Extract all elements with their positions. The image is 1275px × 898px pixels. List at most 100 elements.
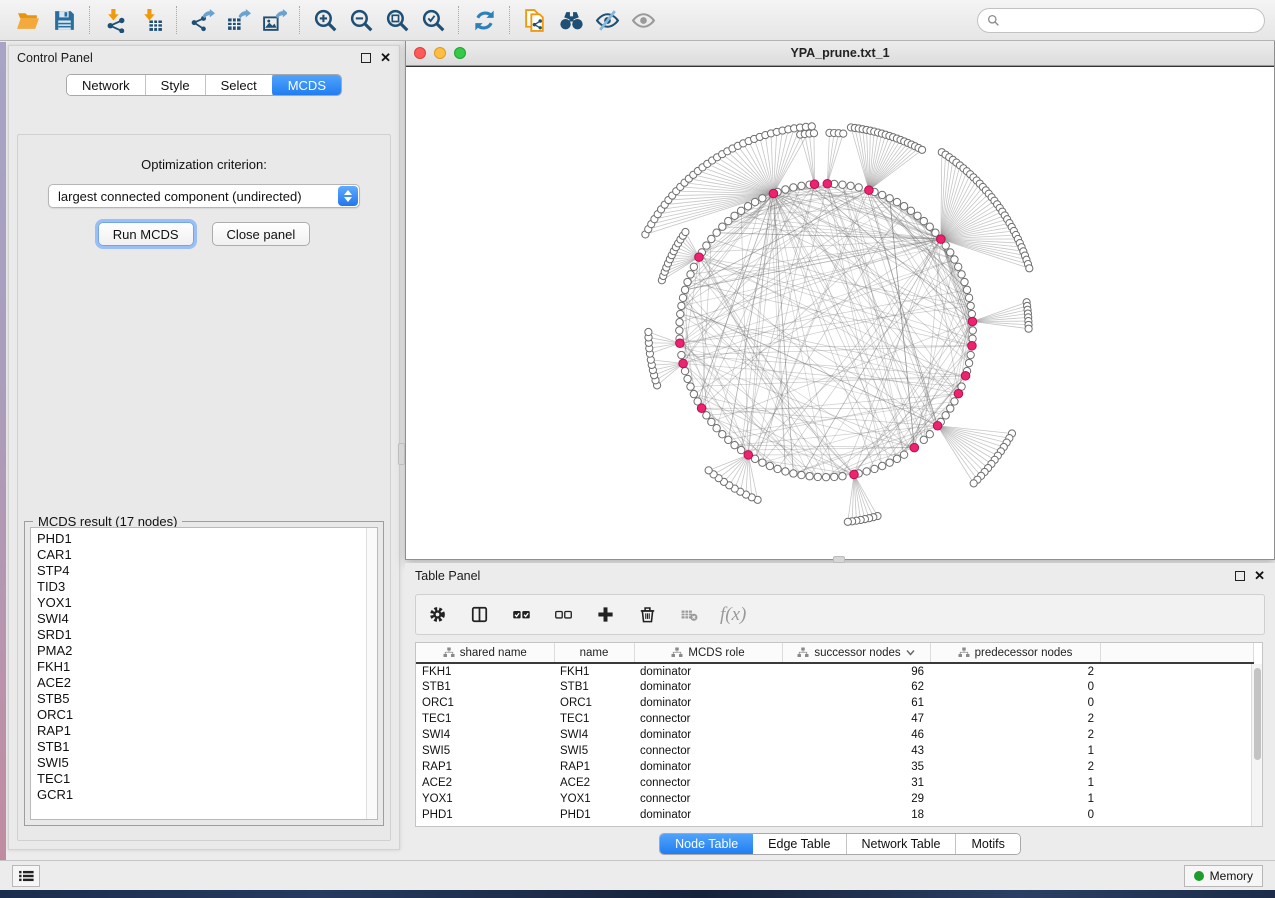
graph-node[interactable] <box>942 412 949 419</box>
graph-node[interactable] <box>708 418 715 425</box>
graph-node[interactable] <box>947 249 954 256</box>
graph-node[interactable] <box>963 286 970 293</box>
table-cell[interactable]: 31 <box>782 775 930 791</box>
graph-node[interactable] <box>863 468 870 475</box>
table-row[interactable]: STB1STB1dominator620 <box>416 679 1253 695</box>
graph-mcds-hub-node[interactable] <box>968 317 977 326</box>
graph-node[interactable] <box>920 217 927 224</box>
network-canvas[interactable] <box>406 66 1274 559</box>
graph-node[interactable] <box>839 181 846 188</box>
zoom-in-button[interactable] <box>307 3 343 37</box>
graph-node[interactable] <box>871 465 878 472</box>
export-network-button[interactable] <box>184 3 220 37</box>
table-cell[interactable]: YOX1 <box>416 791 554 807</box>
zoom-fit-button[interactable] <box>379 3 415 37</box>
export-table-button[interactable] <box>220 3 256 37</box>
graph-mcds-hub-node[interactable] <box>679 359 688 368</box>
create-column-button[interactable] <box>594 604 616 626</box>
graph-node[interactable] <box>900 451 907 458</box>
graph-node[interactable] <box>967 351 974 358</box>
deselect-all-rows-button[interactable] <box>552 604 574 626</box>
graph-mcds-hub-node[interactable] <box>810 180 819 189</box>
graph-node[interactable] <box>969 327 976 334</box>
graph-node[interactable] <box>690 390 697 397</box>
graph-node[interactable] <box>766 462 773 469</box>
graph-node[interactable] <box>687 271 694 278</box>
scrollbar-thumb[interactable] <box>1254 668 1261 760</box>
mcds-result-item[interactable]: PMA2 <box>37 643 377 659</box>
mcds-result-item[interactable]: YOX1 <box>37 595 377 611</box>
graph-node[interactable] <box>790 184 797 191</box>
table-cell[interactable]: PHD1 <box>554 807 634 823</box>
graph-node[interactable] <box>759 459 766 466</box>
graph-mcds-hub-node[interactable] <box>968 342 977 351</box>
mcds-result-list[interactable]: PHD1CAR1STP4TID3YOX1SWI4SRD1PMA2FKH1ACE2… <box>30 527 378 820</box>
mcds-result-item[interactable]: ORC1 <box>37 707 377 723</box>
graph-node[interactable] <box>951 256 958 263</box>
table-cell[interactable]: 2 <box>930 663 1100 679</box>
graph-leaf-node[interactable] <box>682 228 689 235</box>
mcds-result-item[interactable]: SWI4 <box>37 611 377 627</box>
graph-mcds-hub-node[interactable] <box>744 451 753 460</box>
table-cell[interactable]: connector <box>634 711 782 727</box>
graph-node[interactable] <box>855 184 862 191</box>
mcds-result-item[interactable]: CAR1 <box>37 547 377 563</box>
table-cell[interactable]: 62 <box>782 679 930 695</box>
graph-node[interactable] <box>782 468 789 475</box>
mcds-result-item[interactable]: SWI5 <box>37 755 377 771</box>
tab-network[interactable]: Network <box>67 75 146 95</box>
graph-node[interactable] <box>676 319 683 326</box>
graph-node[interactable] <box>681 367 688 374</box>
table-cell[interactable]: dominator <box>634 759 782 775</box>
memory-button[interactable]: Memory <box>1184 865 1263 887</box>
tab-edge-table[interactable]: Edge Table <box>753 834 846 854</box>
tab-node-table[interactable]: Node Table <box>659 833 754 855</box>
table-cell[interactable]: ORC1 <box>416 695 554 711</box>
table-cell[interactable]: 1 <box>930 791 1100 807</box>
optimization-criterion-select[interactable]: largest connected component (undirected) <box>48 184 360 208</box>
graph-node[interactable] <box>886 195 893 202</box>
search-input[interactable] <box>1006 13 1255 27</box>
table-cell[interactable]: 0 <box>930 679 1100 695</box>
graph-leaf-node[interactable] <box>844 518 851 525</box>
tab-mcds[interactable]: MCDS <box>272 74 342 96</box>
graph-leaf-node[interactable] <box>840 130 847 137</box>
delete-column-button[interactable] <box>636 604 658 626</box>
table-cell[interactable]: STB1 <box>554 679 634 695</box>
horizontal-splitter-handle[interactable] <box>833 556 845 563</box>
table-cell[interactable]: connector <box>634 791 782 807</box>
table-cell[interactable]: 47 <box>782 711 930 727</box>
column-header-mcds-role[interactable]: MCDS role <box>634 643 782 663</box>
table-cell[interactable]: TEC1 <box>416 711 554 727</box>
graph-node[interactable] <box>965 359 972 366</box>
graph-node[interactable] <box>798 182 805 189</box>
graph-node[interactable] <box>965 294 972 301</box>
mcds-result-item[interactable]: ACE2 <box>37 675 377 691</box>
show-column-button[interactable] <box>468 604 490 626</box>
graph-node[interactable] <box>893 198 900 205</box>
close-panel-icon[interactable]: ✕ <box>380 53 391 63</box>
graph-node[interactable] <box>774 465 781 472</box>
graph-node[interactable] <box>737 446 744 453</box>
graph-node[interactable] <box>955 263 962 270</box>
clone-network-button[interactable] <box>517 3 553 37</box>
float-panel-icon[interactable] <box>361 53 371 63</box>
table-row[interactable]: PHD1PHD1dominator180 <box>416 807 1253 823</box>
graph-node[interactable] <box>947 405 954 412</box>
graph-node[interactable] <box>703 412 710 419</box>
table-cell[interactable]: SWI4 <box>416 727 554 743</box>
table-row[interactable]: TEC1TEC1connector472 <box>416 711 1253 727</box>
graph-node[interactable] <box>847 182 854 189</box>
table-cell[interactable]: ACE2 <box>416 775 554 791</box>
zoom-out-button[interactable] <box>343 3 379 37</box>
first-neighbors-button[interactable] <box>553 3 589 37</box>
graph-mcds-hub-node[interactable] <box>850 470 859 479</box>
table-cell[interactable]: 43 <box>782 743 930 759</box>
open-session-button[interactable] <box>10 3 46 37</box>
graph-mcds-hub-node[interactable] <box>954 389 963 398</box>
mcds-result-item[interactable]: STB1 <box>37 739 377 755</box>
graph-node[interactable] <box>831 473 838 480</box>
mcds-result-item[interactable]: TID3 <box>37 579 377 595</box>
graph-node[interactable] <box>951 398 958 405</box>
table-cell[interactable]: dominator <box>634 807 782 823</box>
